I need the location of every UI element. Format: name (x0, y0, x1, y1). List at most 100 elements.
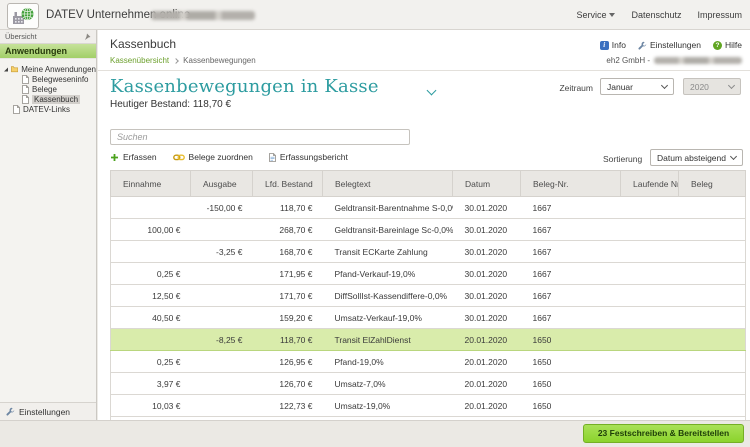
sidebar-einstellungen-label: Einstellungen (19, 407, 70, 417)
table-row[interactable]: 40,50 €159,20 €Umsatz-Verkauf-19,0%30.01… (111, 307, 746, 329)
search-input[interactable] (110, 129, 410, 145)
cell-datum: 30.01.2020 (453, 263, 521, 285)
hilfe-button[interactable]: ? Hilfe (713, 40, 742, 50)
table-row[interactable]: 3,97 €126,70 €Umsatz-7,0%20.01.20201650 (111, 373, 746, 395)
cell-datum: 20.01.2020 (453, 329, 521, 351)
month-select[interactable]: Januar (600, 78, 674, 95)
datev-logo-graphic (12, 7, 34, 25)
tree-item-label: Meine Anwendungen (21, 65, 96, 74)
table-row[interactable]: 0,25 €171,95 €Pfand-Verkauf-19,0%30.01.2… (111, 263, 746, 285)
cell-laufende_nr (621, 197, 679, 219)
sidebar-panel-title: Übersicht (5, 30, 37, 43)
wrench-icon (638, 41, 647, 50)
year-select[interactable]: 2020 (683, 78, 741, 95)
balance-line: Heutiger Bestand: 118,70 € (110, 99, 231, 110)
cell-ausgabe (191, 219, 253, 241)
document-icon (22, 95, 29, 104)
document-icon (22, 75, 29, 84)
cell-datum: 30.01.2020 (453, 285, 521, 307)
tree-item-meine-anwendungen[interactable]: Meine Anwendungen (4, 64, 96, 74)
cell-einnahme: 40,50 € (111, 307, 191, 329)
sidebar-einstellungen[interactable]: Einstellungen (0, 402, 96, 420)
pin-icon[interactable] (84, 33, 91, 40)
cell-einnahme: 0,25 € (111, 351, 191, 373)
sort-select-value: Datum absteigend (657, 153, 726, 163)
col-beleg-nr: Beleg-Nr. (521, 171, 621, 197)
cell-beleg (679, 263, 746, 285)
cell-ausgabe (191, 395, 253, 417)
cell-belegtext: Transit ECKarte Zahlung (323, 241, 453, 263)
chevron-down-icon[interactable] (427, 86, 437, 96)
chevron-right-icon (173, 58, 179, 64)
info-button[interactable]: i Info (600, 40, 626, 50)
balance-value: 118,70 € (193, 99, 231, 110)
cell-bestand: 171,70 € (253, 285, 323, 307)
table-row[interactable]: -3,25 €168,70 €Transit ECKarte Zahlung30… (111, 241, 746, 263)
cell-laufende_nr (621, 219, 679, 241)
zeitraum-label: Zeitraum (523, 83, 593, 93)
cell-beleg_nr: 1650 (521, 373, 621, 395)
table-row[interactable]: 100,00 €268,70 €Geldtransit-Bareinlage S… (111, 219, 746, 241)
cell-einnahme: 3,97 € (111, 373, 191, 395)
col-ausgabe: Ausgabe (191, 171, 253, 197)
cell-einnahme: 10,03 € (111, 395, 191, 417)
erfassungsbericht-button[interactable]: Erfassungsbericht (269, 152, 348, 162)
balance-label: Heutiger Bestand: (110, 99, 190, 110)
table-row[interactable]: 0,25 €126,95 €Pfand-19,0%20.01.20201650 (111, 351, 746, 373)
nav-service[interactable]: Service (576, 10, 615, 20)
company-name-redacted (654, 57, 742, 64)
sort-select[interactable]: Datum absteigend (650, 149, 743, 166)
nav-impressum[interactable]: Impressum (697, 10, 742, 20)
tree-item-label-selected: Kassenbuch (32, 95, 80, 104)
app-tree: Meine Anwendungen Belegweseninfo Belege (0, 59, 96, 114)
sortierung-label: Sortierung (603, 154, 642, 164)
cell-ausgabe: -8,25 € (191, 329, 253, 351)
col-belegtext: Belegtext (323, 171, 453, 197)
month-select-value: Januar (607, 82, 633, 92)
tree-item-kassenbuch-selected[interactable]: Kassenbuch (22, 94, 96, 104)
tree-item-belege[interactable]: Belege (22, 84, 96, 94)
cell-laufende_nr (621, 241, 679, 263)
company-line: eh2 GmbH - (606, 56, 742, 65)
cell-belegtext: Transit ElZahlDienst (323, 329, 453, 351)
tree-expanded-icon[interactable] (4, 67, 8, 72)
datev-logo-icon (7, 3, 39, 29)
cell-laufende_nr (621, 373, 679, 395)
cell-belegtext: Umsatz-Verkauf-19,0% (323, 307, 453, 329)
sidebar: Übersicht Anwendungen Meine Anwendungen (0, 30, 97, 420)
tree-item-datev-links[interactable]: DATEV-Links (13, 104, 96, 114)
cell-beleg (679, 285, 746, 307)
cell-ausgabe: -150,00 € (191, 197, 253, 219)
breadcrumb-kassenuebersicht[interactable]: Kassenübersicht (110, 56, 169, 65)
cell-beleg (679, 219, 746, 241)
header-divider (98, 70, 750, 71)
einstellungen-button[interactable]: Einstellungen (638, 40, 701, 50)
table-row[interactable]: -8,25 €118,70 €Transit ElZahlDienst20.01… (111, 329, 746, 351)
cell-belegtext: DiffSollIst-Kassendiffere-0,0% (323, 285, 453, 307)
col-laufende-nr: Laufende Nr. (621, 171, 679, 197)
cell-einnahme: 100,00 € (111, 219, 191, 241)
cell-datum: 30.01.2020 (453, 219, 521, 241)
tree-item-belegweseninfo[interactable]: Belegweseninfo (22, 74, 96, 84)
tree-item-label: DATEV-Links (23, 105, 70, 114)
col-lfd-bestand: Lfd. Bestand (253, 171, 323, 197)
table-body: -150,00 €118,70 €Geldtransit-Barentnahme… (111, 197, 746, 421)
erfassen-button[interactable]: Erfassen (110, 152, 157, 162)
table-row[interactable]: 10,03 €122,73 €Umsatz-19,0%20.01.2020165… (111, 395, 746, 417)
table-row[interactable]: 12,50 €171,70 €DiffSollIst-Kassendiffere… (111, 285, 746, 307)
cell-laufende_nr (621, 307, 679, 329)
cell-ausgabe: -3,25 € (191, 241, 253, 263)
help-icon: ? (713, 41, 722, 50)
festschreiben-bereitstellen-button[interactable]: 23 Festschreiben & Bereitstellen (583, 424, 744, 443)
table-row[interactable]: -150,00 €118,70 €Geldtransit-Barentnahme… (111, 197, 746, 219)
folder-icon (11, 65, 18, 73)
user-name-redacted (151, 11, 255, 20)
document-icon (13, 105, 20, 114)
cell-laufende_nr (621, 263, 679, 285)
belege-zuordnen-button[interactable]: Belege zuordnen (173, 152, 253, 162)
chevron-down-icon (661, 82, 668, 89)
plus-icon (110, 153, 119, 162)
kassenbewegungen-table-wrapper: Einnahme Ausgabe Lfd. Bestand Belegtext … (110, 170, 746, 420)
table-header: Einnahme Ausgabe Lfd. Bestand Belegtext … (111, 171, 746, 197)
nav-datenschutz[interactable]: Datenschutz (631, 10, 681, 20)
